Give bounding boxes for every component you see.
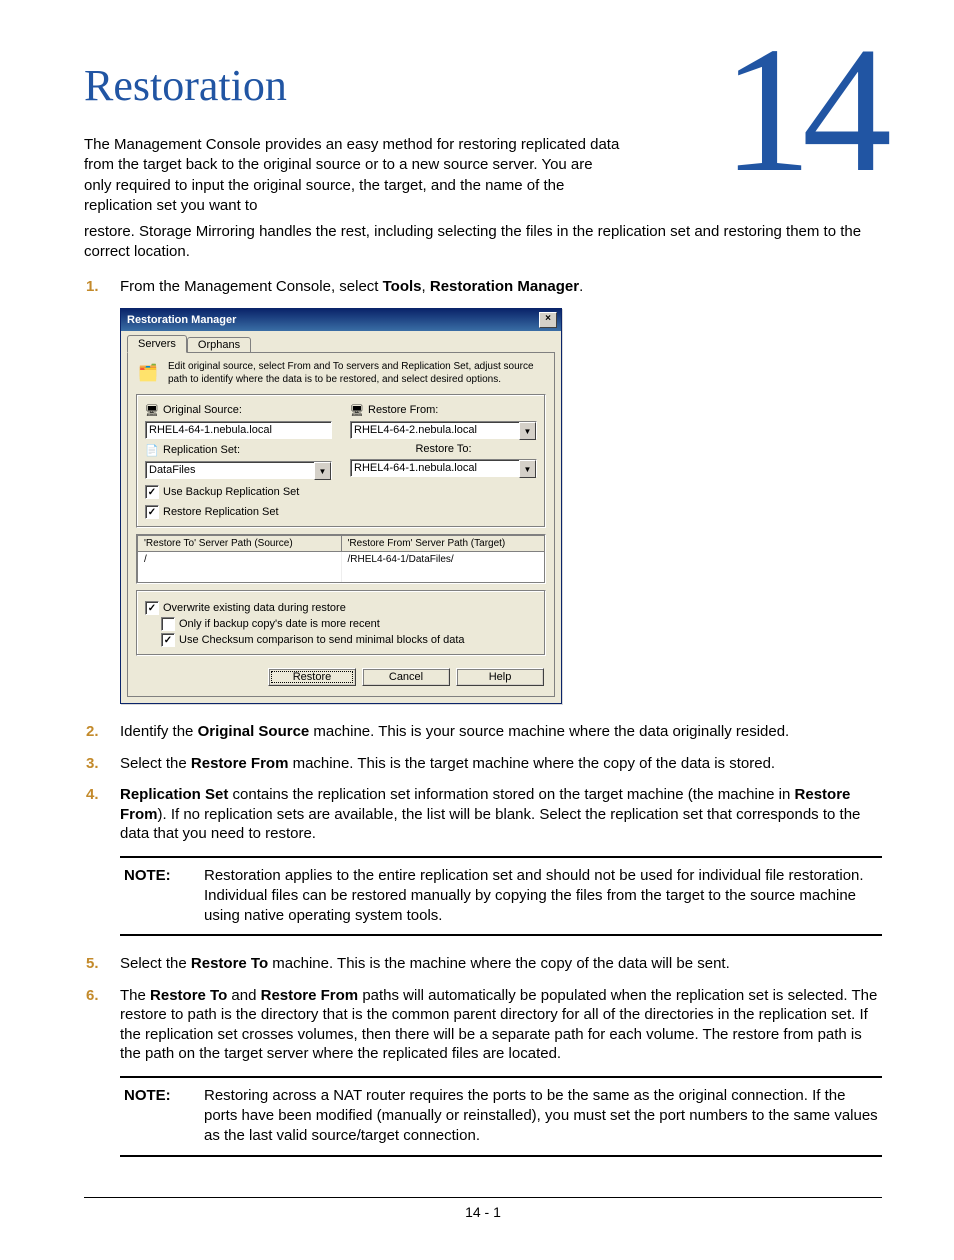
step-4: Replication Set contains the replication… bbox=[112, 785, 882, 844]
original-source-icon: 🖥 bbox=[145, 403, 159, 417]
dialog-hint-text: Edit original source, select From and To… bbox=[168, 361, 546, 386]
restore-from-label: Restore From: bbox=[368, 404, 438, 416]
path-source-value: / bbox=[138, 552, 342, 582]
only-if-recent-checkbox[interactable] bbox=[161, 617, 175, 631]
step-1-text: From the Management Console, select bbox=[120, 278, 383, 295]
dialog-tabs: Servers Orphans bbox=[127, 335, 555, 353]
path-table: 'Restore To' Server Path (Source) 'Resto… bbox=[137, 535, 545, 583]
hint-icon: 🗂️ bbox=[136, 361, 160, 385]
restoration-manager-dialog: Restoration Manager × Servers Orphans 🗂️… bbox=[120, 308, 562, 704]
step-1: From the Management Console, select Tool… bbox=[112, 277, 882, 297]
path-target-header[interactable]: 'Restore From' Server Path (Target) bbox=[342, 536, 545, 551]
restore-from-dropdown-button[interactable]: ▼ bbox=[519, 422, 536, 440]
only-if-recent-label: Only if backup copy's date is more recen… bbox=[179, 618, 380, 630]
step-5: Select the Restore To machine. This is t… bbox=[112, 954, 882, 974]
step-6: The Restore To and Restore From paths wi… bbox=[112, 986, 882, 1064]
restore-repset-checkbox[interactable]: ✓ bbox=[145, 505, 159, 519]
note-1: NOTE: Restoration applies to the entire … bbox=[120, 856, 882, 937]
original-source-input[interactable] bbox=[145, 421, 332, 439]
dialog-hint: 🗂️ Edit original source, select From and… bbox=[136, 361, 546, 386]
intro-paragraph-2: restore. Storage Mirroring handles the r… bbox=[84, 222, 882, 263]
step-1-tools: Tools bbox=[383, 278, 422, 295]
help-button[interactable]: Help bbox=[456, 668, 544, 686]
restore-from-icon: 🖥 bbox=[350, 403, 364, 417]
step-2: Identify the Original Source machine. Th… bbox=[112, 722, 882, 742]
dialog-button-row: Restore Cancel Help bbox=[136, 662, 546, 688]
step-1-restoration-manager: Restoration Manager bbox=[430, 278, 579, 295]
use-backup-repset-label: Use Backup Replication Set bbox=[163, 486, 299, 498]
step-5-restore-to: Restore To bbox=[191, 955, 268, 972]
checksum-checkbox[interactable]: ✓ bbox=[161, 633, 175, 647]
options-group: ✓ Overwrite existing data during restore… bbox=[136, 590, 546, 656]
dialog-titlebar: Restoration Manager × bbox=[121, 309, 561, 331]
step-2-original-source: Original Source bbox=[198, 723, 310, 740]
overwrite-label: Overwrite existing data during restore bbox=[163, 602, 346, 614]
use-backup-repset-checkbox[interactable]: ✓ bbox=[145, 485, 159, 499]
overwrite-checkbox[interactable]: ✓ bbox=[145, 601, 159, 615]
path-table-row[interactable]: / /RHEL4-64-1/DataFiles/ bbox=[138, 552, 544, 582]
restore-to-dropdown-button[interactable]: ▼ bbox=[519, 460, 536, 478]
steps-list-continued: Identify the Original Source machine. Th… bbox=[84, 722, 882, 844]
intro-paragraph-1: The Management Console provides an easy … bbox=[84, 135, 622, 216]
page-footer: 14 - 1 bbox=[84, 1197, 882, 1220]
steps-list: From the Management Console, select Tool… bbox=[84, 277, 882, 297]
chapter-number: 14 bbox=[722, 20, 882, 200]
restoration-manager-dialog-figure: Restoration Manager × Servers Orphans 🗂️… bbox=[120, 308, 882, 704]
restore-repset-label: Restore Replication Set bbox=[163, 506, 279, 518]
server-fields-group: 🖥 Original Source: 📄 Replication Set: bbox=[136, 394, 546, 528]
restore-to-select[interactable] bbox=[350, 459, 537, 477]
tab-orphans[interactable]: Orphans bbox=[187, 337, 251, 353]
close-button[interactable]: × bbox=[539, 312, 557, 328]
tab-servers[interactable]: Servers bbox=[127, 335, 187, 353]
steps-list-continued-2: Select the Restore To machine. This is t… bbox=[84, 954, 882, 1064]
path-source-header[interactable]: 'Restore To' Server Path (Source) bbox=[138, 536, 342, 551]
restore-to-label: Restore To: bbox=[415, 443, 471, 455]
path-table-group: 'Restore To' Server Path (Source) 'Resto… bbox=[136, 534, 546, 584]
step-4-replication-set: Replication Set bbox=[120, 786, 228, 803]
path-target-value: /RHEL4-64-1/DataFiles/ bbox=[342, 552, 545, 582]
step-3-restore-from: Restore From bbox=[191, 755, 289, 772]
original-source-label: Original Source: bbox=[163, 404, 242, 416]
dialog-title: Restoration Manager bbox=[127, 314, 236, 326]
note-label-2: NOTE: bbox=[124, 1086, 184, 1147]
replication-set-select[interactable] bbox=[145, 461, 332, 479]
replication-set-label: Replication Set: bbox=[163, 444, 240, 456]
note-2: NOTE: Restoring across a NAT router requ… bbox=[120, 1076, 882, 1157]
note-label: NOTE: bbox=[124, 866, 184, 927]
note-1-text: Restoration applies to the entire replic… bbox=[204, 866, 878, 927]
checksum-label: Use Checksum comparison to send minimal … bbox=[179, 634, 465, 646]
replication-set-dropdown-button[interactable]: ▼ bbox=[314, 462, 331, 480]
cancel-button[interactable]: Cancel bbox=[362, 668, 450, 686]
replication-set-icon: 📄 bbox=[145, 443, 159, 457]
note-2-text: Restoring across a NAT router requires t… bbox=[204, 1086, 878, 1147]
step-3: Select the Restore From machine. This is… bbox=[112, 754, 882, 774]
restore-button[interactable]: Restore bbox=[268, 668, 356, 686]
dialog-body: Servers Orphans 🗂️ Edit original source,… bbox=[121, 331, 561, 703]
tab-servers-pane: 🗂️ Edit original source, select From and… bbox=[127, 352, 555, 697]
document-page: 14 Restoration The Management Console pr… bbox=[0, 0, 954, 1260]
restore-from-select[interactable] bbox=[350, 421, 537, 439]
